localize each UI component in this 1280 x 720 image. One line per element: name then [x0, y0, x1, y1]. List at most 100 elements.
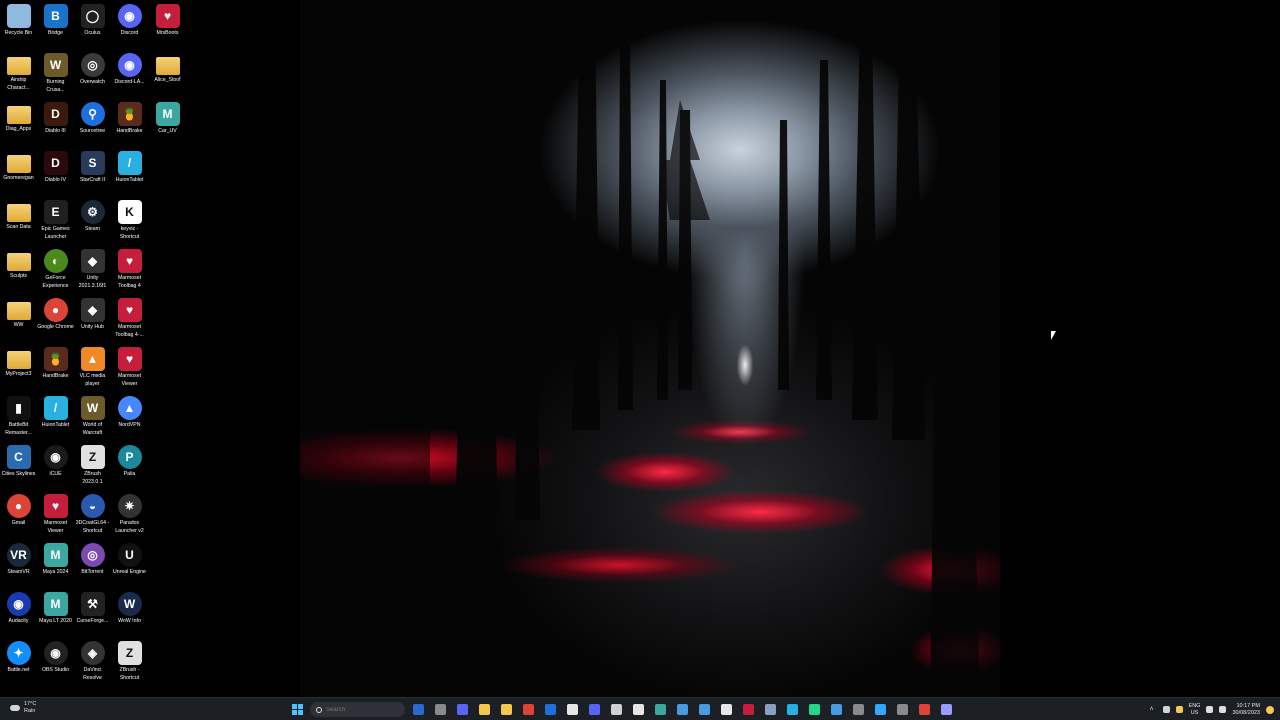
taskbar-app-calculator[interactable] [761, 701, 779, 719]
desktop-icon-nordvpn[interactable]: ▲ NordVPN [111, 394, 148, 430]
taskbar-app-marmoset[interactable] [739, 701, 757, 719]
desktop-icon-icue[interactable]: ◉ iCUE [37, 443, 74, 479]
desktop-icon-huion[interactable]: / HuionTablet [37, 394, 74, 430]
desktop-icon-curseforge[interactable]: ⚒ CurseForge... [74, 590, 111, 626]
desktop-icon-folder[interactable]: Sculpts [0, 247, 37, 281]
desktop-icon-bridge[interactable]: B Bridge [37, 2, 74, 38]
desktop-icon-epic-games[interactable]: E Epic Games Launcher [37, 198, 74, 242]
desktop-icon-recycle-bin[interactable]: Recycle Bin [0, 2, 37, 38]
weather-widget[interactable]: 17°C Rain [10, 701, 36, 714]
tray-app-icon[interactable] [1175, 706, 1183, 713]
desktop-icon-steamvr[interactable]: VR SteamVR [0, 541, 37, 577]
desktop-icon-maya[interactable]: M Car_UV [149, 100, 186, 136]
desktop-icon-nvidia[interactable]: ◐ GeForce Experience [37, 247, 74, 291]
taskbar-app-photos[interactable] [695, 701, 713, 719]
taskbar-app-sourcetree[interactable] [541, 701, 559, 719]
desktop-icon-sourcetree[interactable]: ⚲ Sourcetree [74, 100, 111, 136]
taskbar-app-notion[interactable] [563, 701, 581, 719]
desktop-icon-maya[interactable]: M Maya 2024 [37, 541, 74, 577]
desktop-icon-world-of-warcraft[interactable]: W Burning Crusa... [37, 51, 74, 95]
desktop-icon-battle-net[interactable]: ✦ Battle.net [0, 639, 37, 675]
taskbar-app-chat[interactable] [453, 701, 471, 719]
taskbar-app-notepad[interactable] [629, 701, 647, 719]
taskbar-app-photoshop[interactable] [871, 701, 889, 719]
desktop-icon-vlc[interactable]: ▲ VLC media player [74, 345, 111, 389]
desktop-icon-zbrush[interactable]: Z ZBrush - Shortcut [111, 639, 148, 683]
desktop-icon-oculus[interactable]: ◯ Oculus [74, 2, 111, 38]
desktop-icon-keyviz[interactable]: Kkeyviz - Shortcut [111, 198, 148, 242]
desktop-icon-unreal-engine[interactable]: U Unreal Engine [111, 541, 148, 577]
desktop-icon-handbrake[interactable]: 🍍 HandBrake [111, 100, 148, 136]
desktop-icon-folder[interactable]: Diag_Apps [0, 100, 37, 134]
desktop-icon-marmoset[interactable]: ♥ Marmoset Toolbag 4-... [111, 296, 148, 340]
desktop-icon-unity[interactable]: ◆ Unity 2021.3.16f1 [74, 247, 111, 291]
desktop-icon-folder[interactable]: MyProject3 [0, 345, 37, 379]
taskbar-app-calendar[interactable] [673, 701, 691, 719]
desktop-icon-chrome[interactable]: ● Google Chrome [37, 296, 74, 332]
desktop-icon-folder[interactable]: Gnomeregan [0, 149, 37, 183]
desktop-icon-bittorrent[interactable]: ◎ BitTorrent [74, 541, 111, 577]
taskbar-app-widgets[interactable] [409, 701, 427, 719]
desktop-icon-3dcoat[interactable]: ◒ 3DCoatGL64 - Shortcut [74, 492, 111, 536]
taskbar-app-notes[interactable] [827, 701, 845, 719]
desktop-icon-discord[interactable]: ◉ Discord-LA... [111, 51, 148, 87]
desktop-icon-palia[interactable]: P Palia [111, 443, 148, 479]
taskbar-app-huion[interactable] [783, 701, 801, 719]
desktop-icon-starcraft[interactable]: S StarCraft II [74, 149, 111, 185]
desktop-icon-folder[interactable]: Scan Data [0, 198, 37, 232]
clock[interactable]: 10:17 PM 30/08/2023 [1232, 703, 1260, 716]
taskbar-app-discord[interactable] [585, 701, 603, 719]
wifi-icon[interactable] [1206, 706, 1214, 713]
language-indicator[interactable]: ENG US [1189, 703, 1201, 716]
chevron-up-icon[interactable]: ˄ [1150, 706, 1157, 713]
taskbar-app-after-effects[interactable] [937, 701, 955, 719]
desktop-icon-handbrake[interactable]: 🍍 HandBrake [37, 345, 74, 381]
desktop-icon-wow-info[interactable]: W WoW Info [111, 590, 148, 626]
desktop-icon-zbrush[interactable]: Z ZBrush 2023.0.1 [74, 443, 111, 487]
desktop-icon-huion[interactable]: / HuionTablet [111, 149, 148, 185]
desktop-icon-paradox[interactable]: ✷ Paradox Launcher v2 [111, 492, 148, 536]
taskbar-app-task-view[interactable] [431, 701, 449, 719]
start-button[interactable] [288, 701, 306, 719]
taskbar-app-capture[interactable] [893, 701, 911, 719]
search-input[interactable] [326, 706, 396, 713]
desktop-icon-folder[interactable]: Alice_Stoof [149, 51, 186, 85]
battlebit-icon: ▮ [6, 396, 31, 420]
desktop-icon-overwatch[interactable]: ◎ Overwatch [74, 51, 111, 87]
taskbar-app-microsoft-store[interactable] [497, 701, 515, 719]
taskbar-app-chrome-alt[interactable] [915, 701, 933, 719]
taskbar-app-maya[interactable] [651, 701, 669, 719]
desktop-icon-marmoset[interactable]: ♥ Marmoset Toolbag 4 [111, 247, 148, 291]
taskbar-app-file-explorer[interactable] [475, 701, 493, 719]
taskbar-app-unity[interactable] [607, 701, 625, 719]
taskbar-search-box[interactable] [310, 702, 405, 717]
desktop-icon-battlebit[interactable]: ▮ BattleBit Remaster... [0, 394, 37, 438]
desktop-icon-folder[interactable]: Airship Charact... [0, 51, 37, 93]
desktop-icon-cities-skylines[interactable]: C Cities Skylines [0, 443, 37, 479]
taskbar-app-chrome[interactable] [519, 701, 537, 719]
desktop-icon-audacity[interactable]: ◉ Audacity [0, 590, 37, 626]
desktop-icon-marmoset[interactable]: ♥ Marmoset Viewer [111, 345, 148, 389]
diablo-icon: D [43, 151, 68, 175]
desktop-icon-unity[interactable]: ◆ Unity Hub [74, 296, 111, 332]
desktop-icon-davinci-resolve[interactable]: ◈ DaVinci Resolve [74, 639, 111, 683]
notification-bell-icon[interactable] [1266, 705, 1274, 714]
desktop-icon-folder[interactable]: WW [0, 296, 37, 330]
taskbar-app-pycharm[interactable] [805, 701, 823, 719]
taskbar-app-snipping-tool[interactable] [849, 701, 867, 719]
taskbar-app-document[interactable] [717, 701, 735, 719]
desktop-icon-label: ZBrush - Shortcut [119, 667, 140, 681]
desktop-icon-world-of-warcraft[interactable]: W World of Warcraft [74, 394, 111, 438]
desktop-icon-steam[interactable]: ⚙ Steam [74, 198, 111, 234]
desktop-icon-obs[interactable]: ◉ OBS Studio [37, 639, 74, 675]
desktop-icon-marmoset[interactable]: ♥ MrsBoots [149, 2, 186, 38]
desktop-icon-diablo[interactable]: D Diablo III [37, 100, 74, 136]
desktop-icon-diablo[interactable]: D Diablo IV [37, 149, 74, 185]
desktop-icon-maya[interactable]: M Maya LT 2020 [37, 590, 74, 626]
onedrive-icon[interactable] [1162, 706, 1170, 713]
desktop-icon-marmoset[interactable]: ♥ Marmoset Viewer [37, 492, 74, 536]
chat-icon [456, 704, 468, 715]
desktop-icon-chrome[interactable]: ● Gmail [0, 492, 37, 528]
desktop-icon-discord[interactable]: ◉ Discord [111, 2, 148, 38]
volume-icon[interactable] [1219, 706, 1227, 713]
